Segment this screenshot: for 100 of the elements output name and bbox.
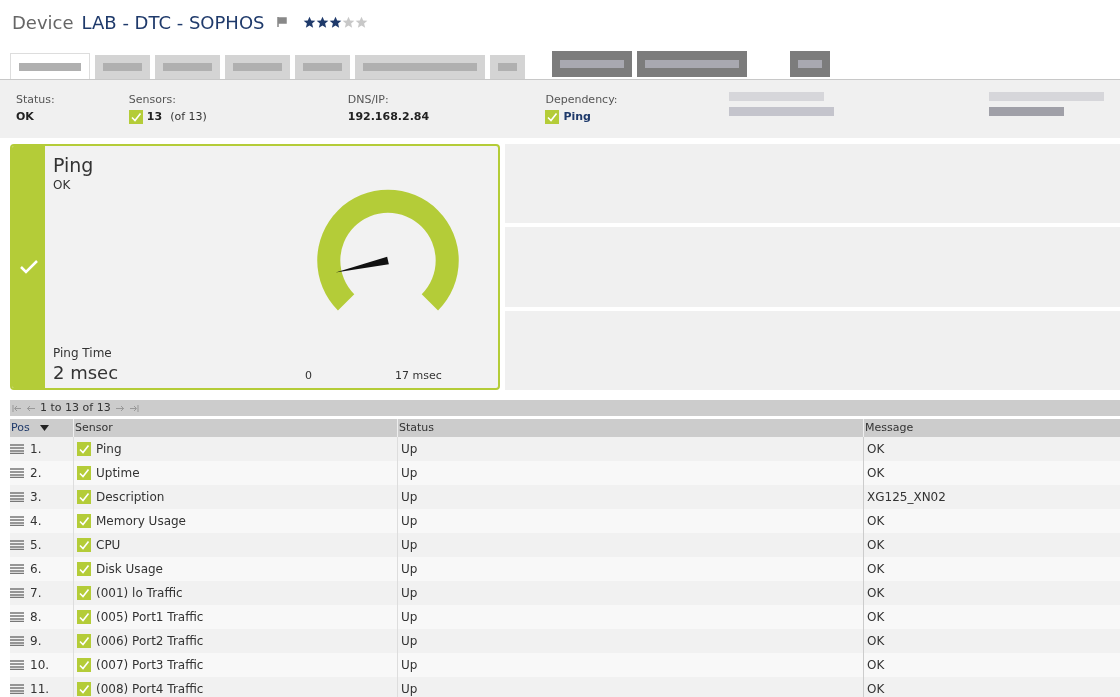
right-arrow-icon[interactable] (115, 404, 125, 412)
message-cell-text: OK (867, 585, 885, 602)
status-cell-text: Up (401, 441, 418, 458)
gauge-max-label: 17 msec (395, 367, 442, 384)
blurred-tab[interactable] (552, 51, 632, 77)
page-prefix: Device (12, 10, 74, 35)
sensor-link[interactable]: (007) Port3 Traffic (96, 656, 204, 674)
position-cell-text: 5. (30, 537, 42, 554)
position-cell-text: 11. (30, 681, 50, 697)
drag-handle-icon[interactable] (10, 492, 24, 502)
last-page-icon[interactable] (129, 404, 139, 412)
drag-handle-icon[interactable] (10, 564, 24, 574)
position-cell-text: 9. (30, 633, 42, 650)
sensor-link[interactable]: (006) Port2 Traffic (96, 632, 204, 650)
checkmark-icon (77, 634, 91, 648)
status-cell-text: Up (401, 681, 418, 697)
checkmark-icon (77, 658, 91, 672)
sensor-link[interactable]: Description (96, 488, 165, 506)
position-cell-text: 6. (30, 561, 42, 578)
channel-reading: 2 msec (53, 362, 120, 384)
sort-caret-icon (39, 425, 49, 431)
left-arrow-icon[interactable] (26, 404, 35, 412)
channel-name: Ping Time (53, 345, 113, 362)
message-cell-text: OK (867, 609, 885, 626)
status-cell-text: Up (401, 489, 418, 506)
drag-handle-icon[interactable] (10, 660, 24, 670)
sensor-link[interactable]: (005) Port1 Traffic (96, 608, 204, 626)
drag-handle-icon[interactable] (10, 612, 24, 622)
message-cell-text: OK (867, 633, 885, 650)
blurred-tab[interactable] (155, 55, 220, 79)
message-cell-text: OK (867, 537, 885, 554)
blurred-tab[interactable] (295, 55, 350, 79)
drag-handle-icon[interactable] (10, 444, 24, 454)
blurred-tab[interactable] (225, 55, 290, 79)
checkmark-icon (77, 466, 91, 480)
sensor-link[interactable]: Ping (96, 440, 122, 458)
flag-icon (276, 17, 287, 27)
checkmark-icon (77, 562, 91, 576)
dependency-link[interactable]: Ping (563, 108, 591, 125)
info-value: 192.168.2.84 (347, 108, 430, 125)
sensor-link[interactable]: Uptime (96, 464, 140, 482)
status-cell-text: Up (401, 633, 418, 650)
checkmark-icon (77, 538, 91, 552)
status-cell-text: Up (401, 465, 418, 482)
drag-handle-icon[interactable] (10, 684, 24, 694)
info-extra: (of 13) (170, 108, 207, 125)
drag-handle-icon[interactable] (10, 468, 24, 478)
position-cell-text: 8. (30, 609, 42, 626)
info-label: DNS/IP: (347, 92, 390, 108)
drag-handle-icon[interactable] (10, 588, 24, 598)
sensor-link[interactable]: Disk Usage (96, 560, 163, 578)
info-value: 13 (146, 108, 163, 125)
blurred-tab[interactable] (10, 53, 90, 79)
gauge-min-label: 0 (305, 367, 313, 384)
info-label: Status: (16, 92, 56, 108)
first-page-icon[interactable] (12, 404, 21, 412)
blurred-tab[interactable] (95, 55, 150, 79)
status-cell-text: Up (401, 609, 418, 626)
blurred-tab[interactable] (790, 51, 830, 77)
checkmark-icon (128, 109, 143, 124)
position-cell-text: 7. (30, 585, 42, 602)
drag-handle-icon[interactable] (10, 636, 24, 646)
message-cell-text: OK (867, 657, 885, 674)
checkmark-icon (77, 514, 91, 528)
message-cell-text: XG125_XN02 (867, 489, 946, 506)
blurred-tab[interactable] (490, 55, 525, 79)
drag-handle-icon[interactable] (10, 540, 24, 550)
drag-handle-icon[interactable] (10, 516, 24, 526)
checkmark-icon (77, 442, 91, 456)
checkmark-icon (18, 259, 39, 275)
sensor-name: Ping (53, 154, 95, 176)
message-cell-text: OK (867, 681, 885, 697)
sensor-link[interactable]: CPU (96, 536, 121, 554)
message-cell-text: OK (867, 441, 885, 458)
position-cell-text: 2. (30, 465, 42, 482)
position-cell-text: 1. (30, 441, 42, 458)
position-cell-text: 10. (30, 657, 50, 674)
sensor-link[interactable]: (001) lo Traffic (96, 584, 183, 602)
checkmark-icon (77, 682, 91, 696)
status-cell-text: Up (401, 561, 418, 578)
sensor-link[interactable]: (008) Port4 Traffic (96, 680, 204, 697)
blurred-tab[interactable] (355, 55, 485, 79)
message-cell-text: OK (867, 465, 885, 482)
column-header[interactable]: Pos (10, 419, 73, 437)
info-value: OK (16, 108, 34, 125)
status-cell-text: Up (401, 585, 418, 602)
message-cell-text: OK (867, 513, 885, 530)
pager-text: 1 to 13 of 13 (40, 399, 111, 416)
position-cell-text: 4. (30, 513, 42, 530)
checkmark-icon (77, 586, 91, 600)
checkmark-icon (545, 109, 560, 124)
page-title: LAB - DTC - SOPHOS (81, 10, 265, 35)
message-cell-text: OK (867, 561, 885, 578)
blurred-tab[interactable] (637, 51, 747, 77)
status-cell-text: Up (401, 513, 418, 530)
sensor-gauge-card[interactable]: Ping OK Ping Time 2 msec 0 17 msec (10, 144, 500, 390)
status-cell-text: Up (401, 537, 418, 554)
info-label: Dependency: (545, 92, 619, 108)
star-rating[interactable] (302, 15, 368, 29)
sensor-link[interactable]: Memory Usage (96, 512, 186, 530)
